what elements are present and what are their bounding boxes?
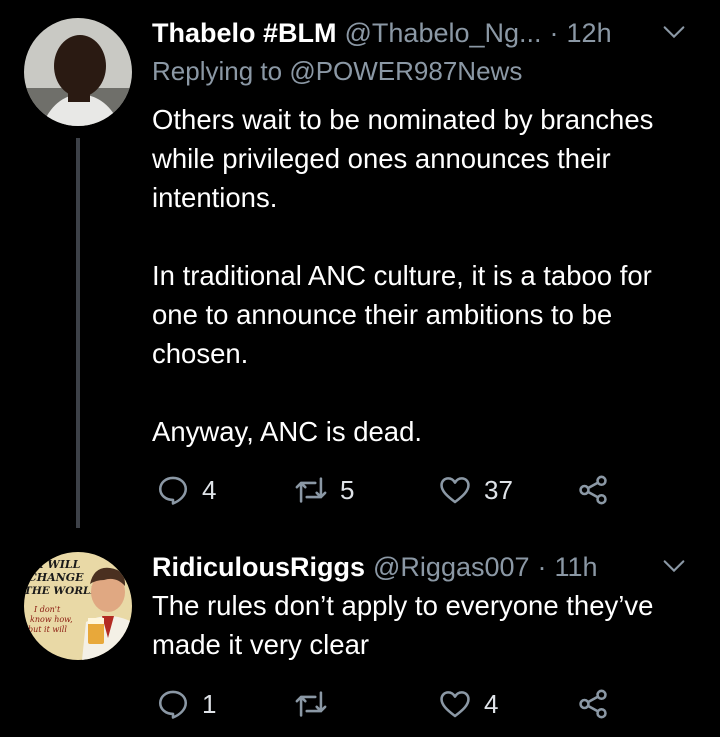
avatar-text-line: ER WILL: [25, 558, 81, 571]
reply-icon: [158, 690, 188, 719]
reply-count: 1: [202, 688, 217, 719]
share-button[interactable]: [576, 470, 610, 510]
retweet-button[interactable]: [294, 684, 340, 724]
tweet-2[interactable]: ER WILL CHANGE THE WORLD I don't know ho…: [0, 544, 720, 737]
tweet-text: The rules don’t apply to everyone they’v…: [152, 586, 707, 664]
avatar-text-line: know how,: [30, 615, 73, 624]
retweet-icon: [295, 691, 327, 717]
avatar[interactable]: ER WILL CHANGE THE WORLD I don't know ho…: [24, 552, 132, 660]
replying-mention[interactable]: @POWER987News: [289, 56, 522, 86]
avatar[interactable]: [24, 18, 132, 126]
like-icon: [440, 691, 470, 718]
retweet-count: 5: [340, 474, 355, 505]
share-icon: [579, 689, 607, 719]
timestamp[interactable]: 11h: [555, 552, 598, 583]
like-icon: [440, 477, 470, 504]
retweet-button[interactable]: 5: [294, 470, 354, 510]
reply-icon: [158, 476, 188, 505]
replying-prefix: Replying to: [152, 56, 290, 86]
author-name[interactable]: Thabelo #BLM: [152, 18, 337, 49]
author-name[interactable]: RidiculousRiggs: [152, 552, 365, 583]
tweet-paragraph: Anyway, ANC is dead.: [152, 416, 423, 447]
chevron-down-icon[interactable]: [660, 18, 688, 46]
retweet-icon: [295, 477, 327, 503]
like-count: 4: [484, 688, 499, 719]
tweet-actions: 4 5 37: [152, 470, 672, 510]
tweet-header: RidiculousRiggs @Riggas007 · 11h: [152, 544, 700, 590]
avatar-text-line: but it will: [28, 625, 67, 634]
tweet-header: Thabelo #BLM @Thabelo_Ng... · 12h: [152, 10, 700, 56]
replying-to: Replying to @POWER987News: [152, 56, 522, 87]
avatar-vintage-ad-image: ER WILL CHANGE THE WORLD I don't know ho…: [24, 552, 132, 660]
share-button[interactable]: [576, 684, 610, 724]
tweet-text: Others wait to be nominated by branches …: [152, 100, 707, 451]
reply-button[interactable]: 4: [156, 470, 216, 510]
tweet-paragraph: Others wait to be nominated by branches …: [152, 104, 654, 213]
share-icon: [579, 475, 607, 505]
like-button[interactable]: 37: [438, 470, 513, 510]
author-handle[interactable]: @Thabelo_Ng...: [345, 18, 542, 49]
reply-button[interactable]: 1: [156, 684, 216, 724]
tweet-actions: 1 4: [152, 684, 672, 724]
reply-count: 4: [202, 474, 217, 505]
tweet-paragraph: In traditional ANC culture, it is a tabo…: [152, 260, 652, 369]
separator-dot: ·: [549, 17, 559, 48]
tweet-paragraph: The rules don’t apply to everyone they’v…: [152, 590, 654, 660]
avatar-text-line: I don't: [33, 605, 61, 614]
like-button[interactable]: 4: [438, 684, 498, 724]
author-handle[interactable]: @Riggas007: [373, 552, 530, 583]
like-count: 37: [484, 474, 513, 505]
avatar-text-line: CHANGE: [28, 571, 84, 584]
separator-dot: ·: [537, 551, 547, 582]
tweet-1[interactable]: Thabelo #BLM @Thabelo_Ng... · 12h Replyi…: [0, 10, 720, 530]
chevron-down-icon[interactable]: [660, 552, 688, 580]
avatar-text-line: THE WORLD: [24, 585, 100, 597]
timestamp[interactable]: 12h: [567, 18, 612, 49]
avatar-photo: [24, 18, 132, 126]
